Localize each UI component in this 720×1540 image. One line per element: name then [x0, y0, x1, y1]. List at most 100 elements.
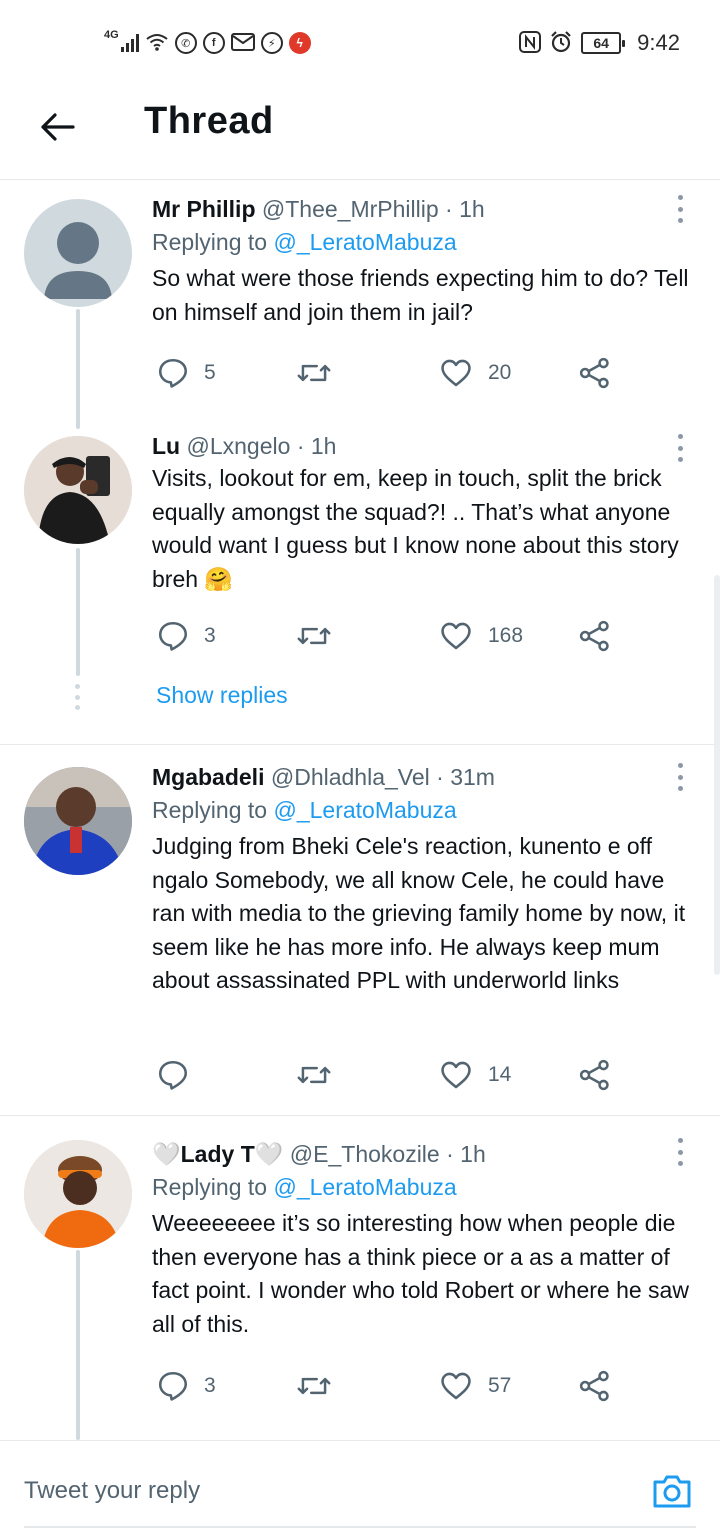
replying-to-mention[interactable]: @_LeratoMabuza	[273, 797, 456, 823]
like-count: 168	[488, 624, 524, 647]
share-icon	[579, 1370, 609, 1402]
show-replies-link[interactable]: Show replies	[156, 682, 288, 709]
retweet-icon	[297, 1066, 331, 1084]
tweet-item[interactable]: Mgabadeli @Dhladhla_Vel · 31m Replying t…	[0, 745, 720, 1115]
status-right-icons: 64 9:42	[519, 26, 680, 60]
reply-button[interactable]: 5	[156, 353, 216, 393]
tweet-header: Mr Phillip @Thee_MrPhillip · 1h	[152, 193, 697, 225]
heart-icon	[441, 1061, 471, 1089]
tweet-header: Lu @Lxngelo · 1h	[152, 430, 697, 462]
retweet-icon	[297, 364, 331, 382]
arrow-left-icon	[41, 113, 75, 141]
reply-icon	[158, 621, 188, 651]
scrollbar[interactable]	[714, 575, 720, 975]
display-name[interactable]: 🤍Lady T🤍	[152, 1141, 283, 1167]
tweet-time: 31m	[450, 764, 495, 790]
separator: ·	[446, 1141, 454, 1167]
share-button[interactable]	[578, 353, 612, 393]
back-button[interactable]	[34, 104, 80, 150]
reply-input[interactable]	[24, 1471, 584, 1511]
more-options-button[interactable]	[674, 1138, 686, 1166]
alarm-icon	[549, 30, 573, 57]
tweet-text: So what were those friends expecting him…	[152, 265, 689, 325]
user-handle[interactable]: @Dhladhla_Vel	[271, 764, 430, 790]
reply-button[interactable]: 3	[156, 616, 216, 656]
camera-button[interactable]	[650, 1469, 694, 1513]
share-button[interactable]	[578, 1366, 612, 1406]
reply-count: 5	[204, 361, 216, 384]
status-left-icons: 4G ✆ f ⚡ ϟ	[104, 28, 311, 58]
tweet-item[interactable]: 🤍Lady T🤍 @E_Thokozile · 1h Replying to @…	[0, 1116, 720, 1440]
share-icon	[579, 1059, 609, 1091]
more-options-button[interactable]	[674, 763, 686, 791]
share-button[interactable]	[578, 616, 612, 656]
page-title: Thread	[144, 100, 274, 142]
share-icon	[579, 620, 609, 652]
heart-icon	[441, 359, 471, 387]
messenger-icon: ⚡	[260, 32, 283, 54]
like-count: 20	[488, 361, 512, 384]
user-handle[interactable]: @Lxngelo	[187, 433, 291, 459]
user-handle[interactable]: @E_Thokozile	[290, 1141, 440, 1167]
tweet-item[interactable]: Mr Phillip @Thee_MrPhillip · 1h Replying…	[0, 181, 720, 429]
reply-icon	[158, 1371, 188, 1401]
replying-to-mention[interactable]: @_LeratoMabuza	[273, 229, 456, 255]
tweet-actions: 14	[152, 1055, 622, 1095]
notification-icon: ϟ	[288, 32, 311, 54]
retweet-button[interactable]	[296, 1055, 346, 1095]
reply-button[interactable]	[156, 1055, 204, 1095]
heart-icon	[441, 622, 471, 650]
like-button[interactable]: 168	[438, 616, 523, 656]
like-button[interactable]: 20	[438, 353, 511, 393]
reply-count: 3	[204, 624, 216, 647]
display-name[interactable]: Lu	[152, 433, 180, 459]
tweet-text: Visits, lookout for em, keep in touch, s…	[152, 465, 679, 592]
like-count: 57	[488, 1374, 512, 1397]
more-options-button[interactable]	[674, 195, 686, 223]
like-button[interactable]: 57	[438, 1366, 511, 1406]
retweet-button[interactable]	[296, 353, 346, 393]
reply-button[interactable]: 3	[156, 1366, 216, 1406]
mail-icon	[230, 32, 255, 54]
user-handle[interactable]: @Thee_MrPhillip	[262, 196, 439, 222]
thread-line	[76, 1250, 80, 1440]
tweet-header: Mgabadeli @Dhladhla_Vel · 31m	[152, 761, 697, 793]
retweet-icon	[297, 1377, 331, 1395]
status-bar: 4G ✆ f ⚡ ϟ 64 9:42	[0, 0, 720, 80]
clock: 9:42	[637, 30, 680, 55]
avatar[interactable]	[24, 767, 132, 875]
tweet-text: Judging from Bheki Cele's reaction, kune…	[152, 833, 686, 993]
thread-line	[76, 548, 80, 676]
reply-composer	[0, 1440, 720, 1540]
whatsapp-icon: ✆	[174, 32, 197, 54]
battery-icon: 64	[581, 32, 626, 54]
retweet-button[interactable]	[296, 1366, 346, 1406]
input-underline	[24, 1526, 696, 1528]
share-icon	[579, 357, 609, 389]
retweet-button[interactable]	[296, 616, 346, 656]
tweet-actions: 3 168	[152, 616, 622, 656]
replying-to-mention[interactable]: @_LeratoMabuza	[273, 1174, 456, 1200]
display-name[interactable]: Mgabadeli	[152, 764, 264, 790]
like-button[interactable]: 14	[438, 1055, 511, 1095]
avatar[interactable]	[24, 436, 132, 544]
reply-icon	[158, 358, 188, 388]
display-name[interactable]: Mr Phillip	[152, 196, 256, 222]
tweet-time: 1h	[460, 1141, 486, 1167]
thread-gap-dots	[74, 684, 80, 710]
separator: ·	[296, 433, 305, 459]
thread-line	[76, 309, 80, 429]
tweet-item[interactable]: Lu @Lxngelo · 1h Visits, lookout for em,…	[0, 426, 720, 744]
more-options-button[interactable]	[674, 434, 686, 462]
profile-photo	[24, 1140, 132, 1248]
tweet-actions: 3 57	[152, 1366, 622, 1406]
wifi-icon	[145, 32, 169, 55]
avatar[interactable]	[24, 199, 132, 307]
tweet-header: 🤍Lady T🤍 @E_Thokozile · 1h	[152, 1138, 697, 1170]
signal-icon	[120, 34, 139, 52]
share-button[interactable]	[578, 1055, 612, 1095]
separator: ·	[445, 196, 453, 222]
avatar[interactable]	[24, 1140, 132, 1248]
reply-count: 3	[204, 1374, 216, 1397]
heart-icon	[441, 1372, 471, 1400]
